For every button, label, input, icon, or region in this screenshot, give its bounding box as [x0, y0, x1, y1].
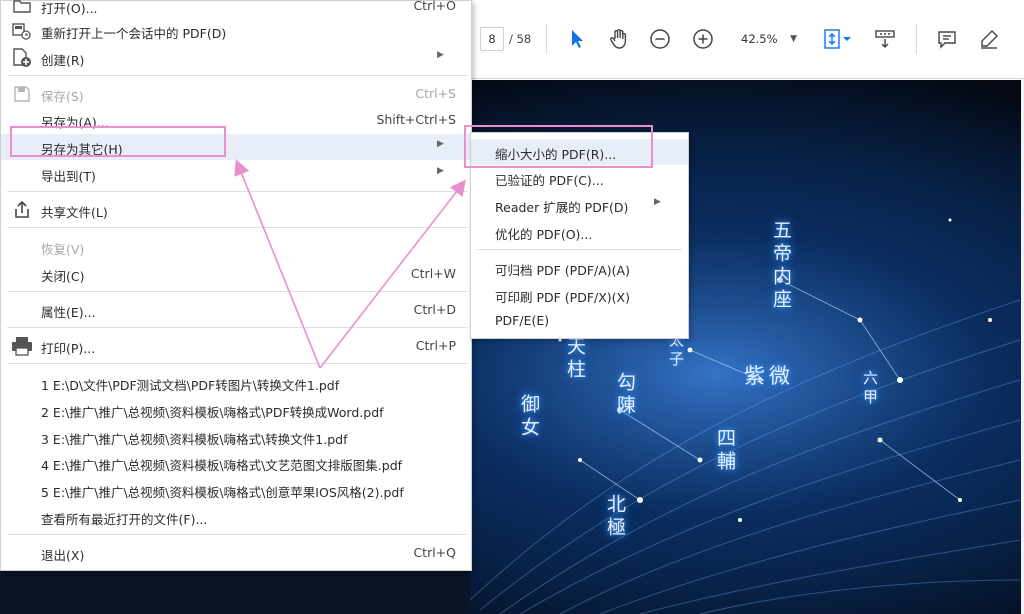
star-label-gouchen: 勾陳: [614, 372, 636, 418]
annotation-box-save-as-other: [10, 126, 226, 157]
folder-open-icon: [11, 0, 33, 16]
submenu-item-label: 可归档 PDF (PDF/A)(A): [495, 263, 630, 278]
recent-file-item[interactable]: 2 E:\推广\推广\总视频\资料模板\嗨格式\PDF转换成Word.pdf: [1, 397, 471, 423]
zoom-level-dropdown[interactable]: 42.5% ▼: [733, 26, 803, 52]
menu-item-shortcut: Ctrl+W: [410, 266, 456, 281]
star-label-tianzhu: 天柱: [564, 336, 586, 382]
submenu-item-label: 优化的 PDF(O)...: [495, 227, 593, 242]
submenu-arrow-icon: ▶: [437, 166, 444, 176]
menu-divider: [477, 249, 682, 250]
page-number-input[interactable]: 8: [480, 27, 504, 51]
submenu-item-printable-pdf[interactable]: 可印刷 PDF (PDF/X)(X): [471, 282, 688, 308]
star-label-yunv: 御女: [518, 394, 540, 440]
recent-file-label: 2 E:\推广\推广\总视频\资料模板\嗨格式\PDF转换成Word.pdf: [41, 405, 384, 420]
share-upload-icon: [11, 200, 33, 220]
menu-divider: [7, 291, 467, 292]
recent-file-item[interactable]: 5 E:\推广\推广\总视频\资料模板\嗨格式\创意苹果IOS风格(2).pdf: [1, 477, 471, 503]
star-label-beiji: 北極: [604, 494, 626, 540]
menu-divider: [7, 327, 467, 328]
menu-item-label: 恢复(V): [41, 242, 85, 257]
recent-file-label: 5 E:\推广\推广\总视频\资料模板\嗨格式\创意苹果IOS风格(2).pdf: [41, 485, 404, 500]
zoom-out-icon[interactable]: [645, 24, 675, 54]
submenu-item-optimized-pdf[interactable]: 优化的 PDF(O)...: [471, 219, 688, 245]
menu-item-label: 关闭(C): [41, 269, 85, 284]
menu-item-shortcut: Ctrl+S: [415, 86, 456, 101]
menu-item-label: 属性(E)...: [41, 305, 96, 320]
recent-file-item[interactable]: 3 E:\推广\推广\总视频\资料模板\嗨格式\转换文件1.pdf: [1, 424, 471, 450]
menu-divider: [7, 227, 467, 228]
recent-file-item[interactable]: 4 E:\推广\推广\总视频\资料模板\嗨格式\文艺范图文排版图集.pdf: [1, 450, 471, 476]
submenu-item-pdf-e[interactable]: PDF/E(E): [471, 308, 688, 334]
menu-item-shortcut: Ctrl+P: [415, 338, 456, 353]
submenu-arrow-icon: ▶: [654, 197, 661, 207]
menu-item-create[interactable]: 创建(R) ▶: [1, 45, 471, 71]
menu-item-label: 创建(R): [41, 53, 85, 68]
zoom-level-value: 42.5%: [741, 32, 778, 46]
save-disk-icon: [11, 84, 33, 104]
printer-icon: [11, 336, 33, 356]
menu-item-shortcut: Shift+Ctrl+S: [376, 112, 456, 127]
reopen-file-icon: [11, 21, 33, 41]
menu-divider: [7, 75, 467, 76]
menu-item-share[interactable]: 共享文件(L): [1, 197, 471, 223]
scroll-mode-icon[interactable]: [870, 24, 900, 54]
menu-item-exit[interactable]: 退出(X) Ctrl+Q: [1, 540, 471, 566]
submenu-arrow-icon: ▶: [437, 50, 444, 60]
hand-tool-icon[interactable]: [604, 24, 634, 54]
submenu-item-label: PDF/E(E): [495, 313, 550, 328]
comment-icon[interactable]: [932, 24, 962, 54]
menu-item-shortcut: Ctrl+D: [413, 302, 456, 317]
page-total-label: / 58: [509, 32, 532, 46]
highlight-pen-icon[interactable]: [974, 24, 1004, 54]
menu-item-label: 打开(O)...: [41, 1, 98, 16]
submenu-item-label: 可印刷 PDF (PDF/X)(X): [495, 290, 630, 305]
menu-item-reopen[interactable]: 重新打开上一个会话中的 PDF(D): [1, 18, 471, 44]
menu-divider: [7, 363, 467, 364]
toolbar-divider: [916, 24, 917, 54]
menu-item-label: 退出(X): [41, 548, 85, 563]
menu-item-save[interactable]: 保存(S) Ctrl+S: [1, 81, 471, 107]
menu-item-shortcut: Ctrl+O: [413, 0, 456, 13]
create-pdf-icon: [11, 48, 33, 68]
menu-item-label: 打印(P)...: [41, 341, 96, 356]
menu-item-label: 导出到(T): [41, 169, 96, 184]
submenu-item-reader-extended-pdf[interactable]: Reader 扩展的 PDF(D) ▶: [471, 192, 688, 218]
submenu-item-label: 已验证的 PDF(C)...: [495, 173, 604, 188]
menu-item-print[interactable]: 打印(P)... Ctrl+P: [1, 333, 471, 359]
submenu-item-archivable-pdf[interactable]: 可归档 PDF (PDF/A)(A): [471, 255, 688, 281]
annotation-box-reduced-size: [464, 125, 653, 168]
menu-item-open[interactable]: 打开(O)... Ctrl+O: [1, 0, 471, 19]
menu-item-properties[interactable]: 属性(E)... Ctrl+D: [1, 297, 471, 323]
select-tool-icon[interactable]: [562, 24, 592, 54]
menu-item-label: 共享文件(L): [41, 205, 108, 220]
file-menu: 打开(O)... Ctrl+O 重新打开上一个会话中的 PDF(D) 创建(R)…: [0, 0, 472, 571]
menu-item-revert[interactable]: 恢复(V): [1, 234, 471, 260]
menu-divider: [7, 191, 467, 192]
submenu-item-certified-pdf[interactable]: 已验证的 PDF(C)...: [471, 165, 688, 191]
star-label-sifu: 四輔: [714, 428, 736, 474]
recent-file-label: 3 E:\推广\推广\总视频\资料模板\嗨格式\转换文件1.pdf: [41, 432, 348, 447]
submenu-arrow-icon: ▶: [437, 139, 444, 149]
star-label-ziwei: 紫微: [744, 364, 794, 388]
menu-item-label: 保存(S): [41, 89, 84, 104]
menu-divider: [7, 534, 467, 535]
star-label-wudi-neizuo: 五帝内座: [770, 220, 792, 312]
recent-file-label: 4 E:\推广\推广\总视频\资料模板\嗨格式\文艺范图文排版图集.pdf: [41, 458, 403, 473]
menu-item-label: 重新打开上一个会话中的 PDF(D): [41, 26, 227, 41]
menu-item-shortcut: Ctrl+Q: [413, 545, 456, 560]
submenu-item-label: Reader 扩展的 PDF(D): [495, 200, 629, 215]
menu-item-export-to[interactable]: 导出到(T) ▶: [1, 161, 471, 187]
menu-item-view-all-recent[interactable]: 查看所有最近打开的文件(F)...: [1, 504, 471, 530]
fit-page-icon[interactable]: [818, 24, 856, 54]
recent-file-label: 1 E:\D\文件\PDF测试文档\PDF转图片\转换文件1.pdf: [41, 378, 340, 393]
recent-file-item[interactable]: 1 E:\D\文件\PDF测试文档\PDF转图片\转换文件1.pdf: [1, 370, 471, 396]
menu-item-close[interactable]: 关闭(C) Ctrl+W: [1, 261, 471, 287]
menu-item-label: 查看所有最近打开的文件(F)...: [41, 512, 208, 527]
zoom-in-icon[interactable]: [688, 24, 718, 54]
toolbar-divider: [546, 24, 547, 54]
chevron-down-icon: ▼: [790, 34, 797, 44]
star-label-jia: 六甲: [861, 370, 879, 408]
